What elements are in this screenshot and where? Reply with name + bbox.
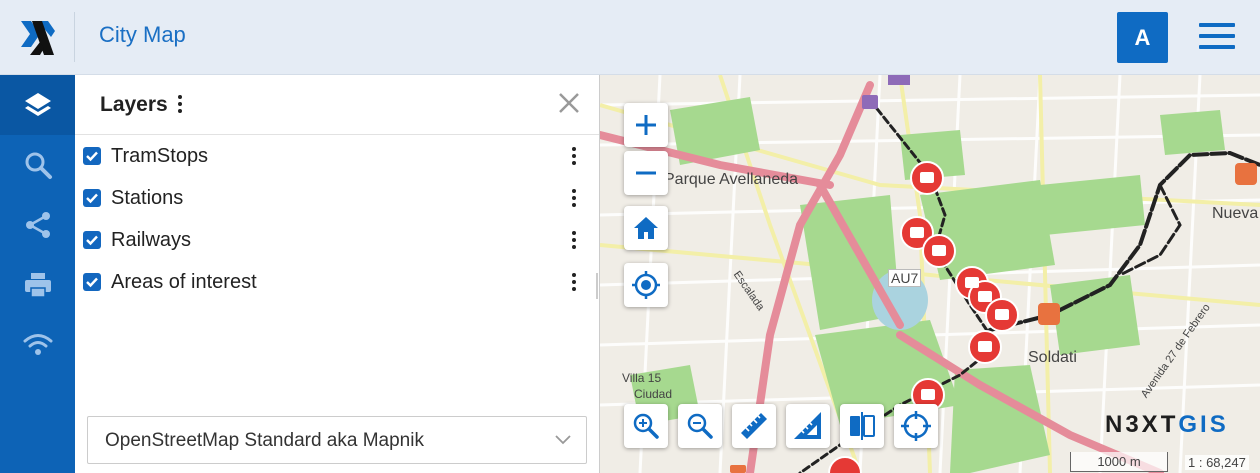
locate-icon — [632, 271, 660, 299]
app-title[interactable]: City Map — [99, 22, 186, 48]
panel-resize-handle[interactable] — [596, 273, 598, 299]
layer-label: TramStops — [111, 145, 209, 167]
basemap-selected-value: OpenStreetMap Standard aka Mapnik — [105, 430, 424, 451]
layer-checkbox[interactable] — [83, 231, 101, 249]
zoom-out-button[interactable] — [624, 151, 668, 195]
chevron-down-icon — [555, 435, 571, 445]
layer-checkbox[interactable] — [83, 147, 101, 165]
share-tab-button[interactable] — [0, 195, 75, 255]
scale-ratio: 1 : 68,247 — [1185, 455, 1249, 470]
layer-item-stations[interactable]: Stations — [83, 177, 583, 219]
layer-options-icon[interactable] — [572, 189, 576, 207]
brand-suffix: GIS — [1178, 411, 1229, 438]
layers-options-icon[interactable] — [178, 95, 184, 115]
search-tab-button[interactable] — [0, 135, 75, 195]
locate-me-button[interactable] — [624, 263, 668, 307]
basemap-select[interactable]: OpenStreetMap Standard aka Mapnik — [87, 416, 587, 464]
layer-checkbox[interactable] — [83, 273, 101, 291]
nextgis-logo-icon[interactable] — [18, 18, 58, 58]
map-label-soldati: Soldati — [1028, 349, 1077, 366]
layers-panel-title: Layers — [100, 93, 168, 116]
wifi-icon — [23, 334, 52, 355]
layer-item-railways[interactable]: Railways — [83, 219, 583, 261]
brand-prefix: N3XT — [1105, 411, 1179, 438]
measure-distance-button[interactable] — [732, 404, 776, 448]
home-icon — [634, 217, 658, 239]
zoom-out-tool-button[interactable] — [678, 404, 722, 448]
header-divider — [74, 12, 75, 62]
zoom-in-button[interactable] — [624, 103, 668, 147]
app-header: City Map A — [0, 0, 1260, 75]
print-tab-button[interactable] — [0, 255, 75, 315]
zoom-out-icon — [687, 413, 713, 439]
minus-icon — [636, 171, 656, 175]
map-label-nueva: Nueva — [1212, 205, 1259, 222]
plus-icon — [636, 115, 656, 135]
map-label-parque: Parque Avellaneda — [664, 171, 799, 188]
identify-point-button[interactable] — [894, 404, 938, 448]
layers-panel-header: Layers — [75, 75, 599, 135]
layers-tab-button[interactable] — [0, 75, 75, 135]
share-icon — [25, 212, 50, 238]
swipe-compare-icon — [850, 412, 875, 440]
layer-options-icon[interactable] — [572, 231, 576, 249]
map-label-villa: Villa 15 — [622, 371, 662, 385]
layer-checkbox[interactable] — [83, 189, 101, 207]
print-icon — [24, 273, 51, 298]
measure-area-button[interactable] — [786, 404, 830, 448]
crosshair-icon — [901, 411, 931, 441]
layer-item-areas-of-interest[interactable]: Areas of interest — [83, 261, 583, 303]
zoom-in-icon — [633, 413, 659, 439]
wifi-tab-button[interactable] — [0, 315, 75, 375]
layers-panel: Layers TramStops Stations Railways Areas… — [75, 75, 600, 473]
area-measure-icon — [794, 412, 821, 439]
map-canvas[interactable]: Parque Avellaneda AU7 Soldati Nueva Esca… — [600, 75, 1260, 473]
zoom-in-tool-button[interactable] — [624, 404, 668, 448]
hamburger-menu-icon[interactable] — [1199, 23, 1235, 51]
home-button[interactable] — [624, 206, 668, 250]
map-label-au7: AU7 — [888, 269, 922, 287]
map-label-ciudad: Ciudad — [634, 387, 673, 401]
nextgis-brand-logo: N3XTGIS — [1105, 411, 1229, 439]
layer-label: Areas of interest — [111, 271, 257, 293]
ruler-icon — [741, 413, 767, 439]
search-icon — [25, 152, 52, 179]
layer-options-icon[interactable] — [572, 147, 576, 165]
scale-bar: 1000 m — [1070, 452, 1168, 472]
user-avatar-button[interactable]: A — [1117, 12, 1168, 63]
close-icon[interactable] — [557, 91, 581, 115]
layer-item-tramstops[interactable]: TramStops — [83, 135, 583, 177]
side-toolbar — [0, 75, 75, 473]
layer-label: Stations — [111, 187, 184, 209]
compare-swipe-button[interactable] — [840, 404, 884, 448]
layer-label: Railways — [111, 229, 192, 251]
layer-options-icon[interactable] — [572, 273, 576, 291]
layers-icon — [24, 93, 51, 116]
